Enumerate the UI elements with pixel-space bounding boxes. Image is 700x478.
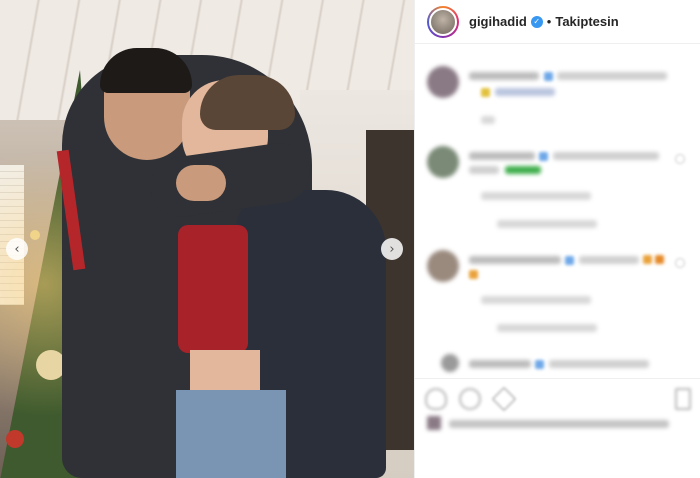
ornament <box>6 430 24 448</box>
hand <box>176 165 226 201</box>
comment-text-blurred <box>469 166 499 174</box>
comment-item <box>427 250 689 336</box>
verified-badge-icon <box>539 152 548 161</box>
post-sidebar: gigihadid ✓ • Takiptesin <box>414 0 700 478</box>
chevron-right-icon[interactable]: › <box>381 238 403 260</box>
comment-text-blurred <box>469 256 561 264</box>
comment-avatar[interactable] <box>427 146 459 178</box>
verified-badge-icon <box>535 360 544 369</box>
red-top <box>178 225 248 353</box>
ornament <box>30 230 40 240</box>
comment-like-icon[interactable] <box>675 258 685 268</box>
profile-avatar[interactable] <box>427 5 459 38</box>
comment-meta-blurred <box>481 192 591 200</box>
person-right-midriff <box>190 350 260 395</box>
emoji <box>655 255 664 264</box>
emoji <box>481 88 490 97</box>
comment-text-blurred <box>469 152 535 160</box>
post-actions-bar <box>415 378 700 418</box>
comment-item <box>427 146 689 236</box>
comment-text-blurred <box>579 256 639 264</box>
verified-badge-icon: ✓ <box>530 15 543 28</box>
liker-avatar <box>427 416 441 430</box>
bookmark-icon[interactable] <box>675 387 691 410</box>
share-icon[interactable] <box>491 386 517 411</box>
avatar-image <box>429 7 457 36</box>
comment-item <box>427 66 689 130</box>
likes-text-blurred <box>449 420 669 428</box>
comment-avatar[interactable] <box>427 250 459 282</box>
emoji <box>505 166 541 174</box>
post-photo[interactable]: ‹ › <box>0 0 414 478</box>
comment-like-icon[interactable] <box>675 154 685 164</box>
comment-text-blurred <box>549 360 649 368</box>
view-replies-blurred[interactable] <box>497 324 597 332</box>
post-header: gigihadid ✓ • Takiptesin <box>415 0 700 44</box>
comment-meta-blurred <box>481 296 591 304</box>
emoji <box>469 270 478 279</box>
username-link[interactable]: gigihadid <box>469 14 527 29</box>
verified-badge-icon <box>565 256 574 265</box>
comment-text-blurred <box>495 88 555 96</box>
comment-icon[interactable] <box>459 387 481 410</box>
verified-badge-icon <box>544 72 553 81</box>
jeans <box>176 390 286 478</box>
following-button[interactable]: Takiptesin <box>555 14 618 29</box>
person-right-hair <box>200 75 295 130</box>
comment-text-blurred <box>557 72 667 80</box>
chevron-left-icon[interactable]: ‹ <box>6 238 28 260</box>
liked-by-row[interactable] <box>427 414 689 434</box>
comment-text-blurred <box>469 72 539 80</box>
heart-icon[interactable] <box>425 387 447 410</box>
comment-text-blurred <box>469 360 531 368</box>
comment-meta-blurred <box>481 116 495 124</box>
emoji <box>643 255 652 264</box>
header-separator: • <box>546 14 552 29</box>
comment-item <box>427 354 689 374</box>
view-replies-blurred[interactable] <box>497 220 597 228</box>
comment-text-blurred <box>553 152 659 160</box>
comment-avatar[interactable] <box>427 66 459 98</box>
comment-avatar[interactable] <box>441 354 459 372</box>
